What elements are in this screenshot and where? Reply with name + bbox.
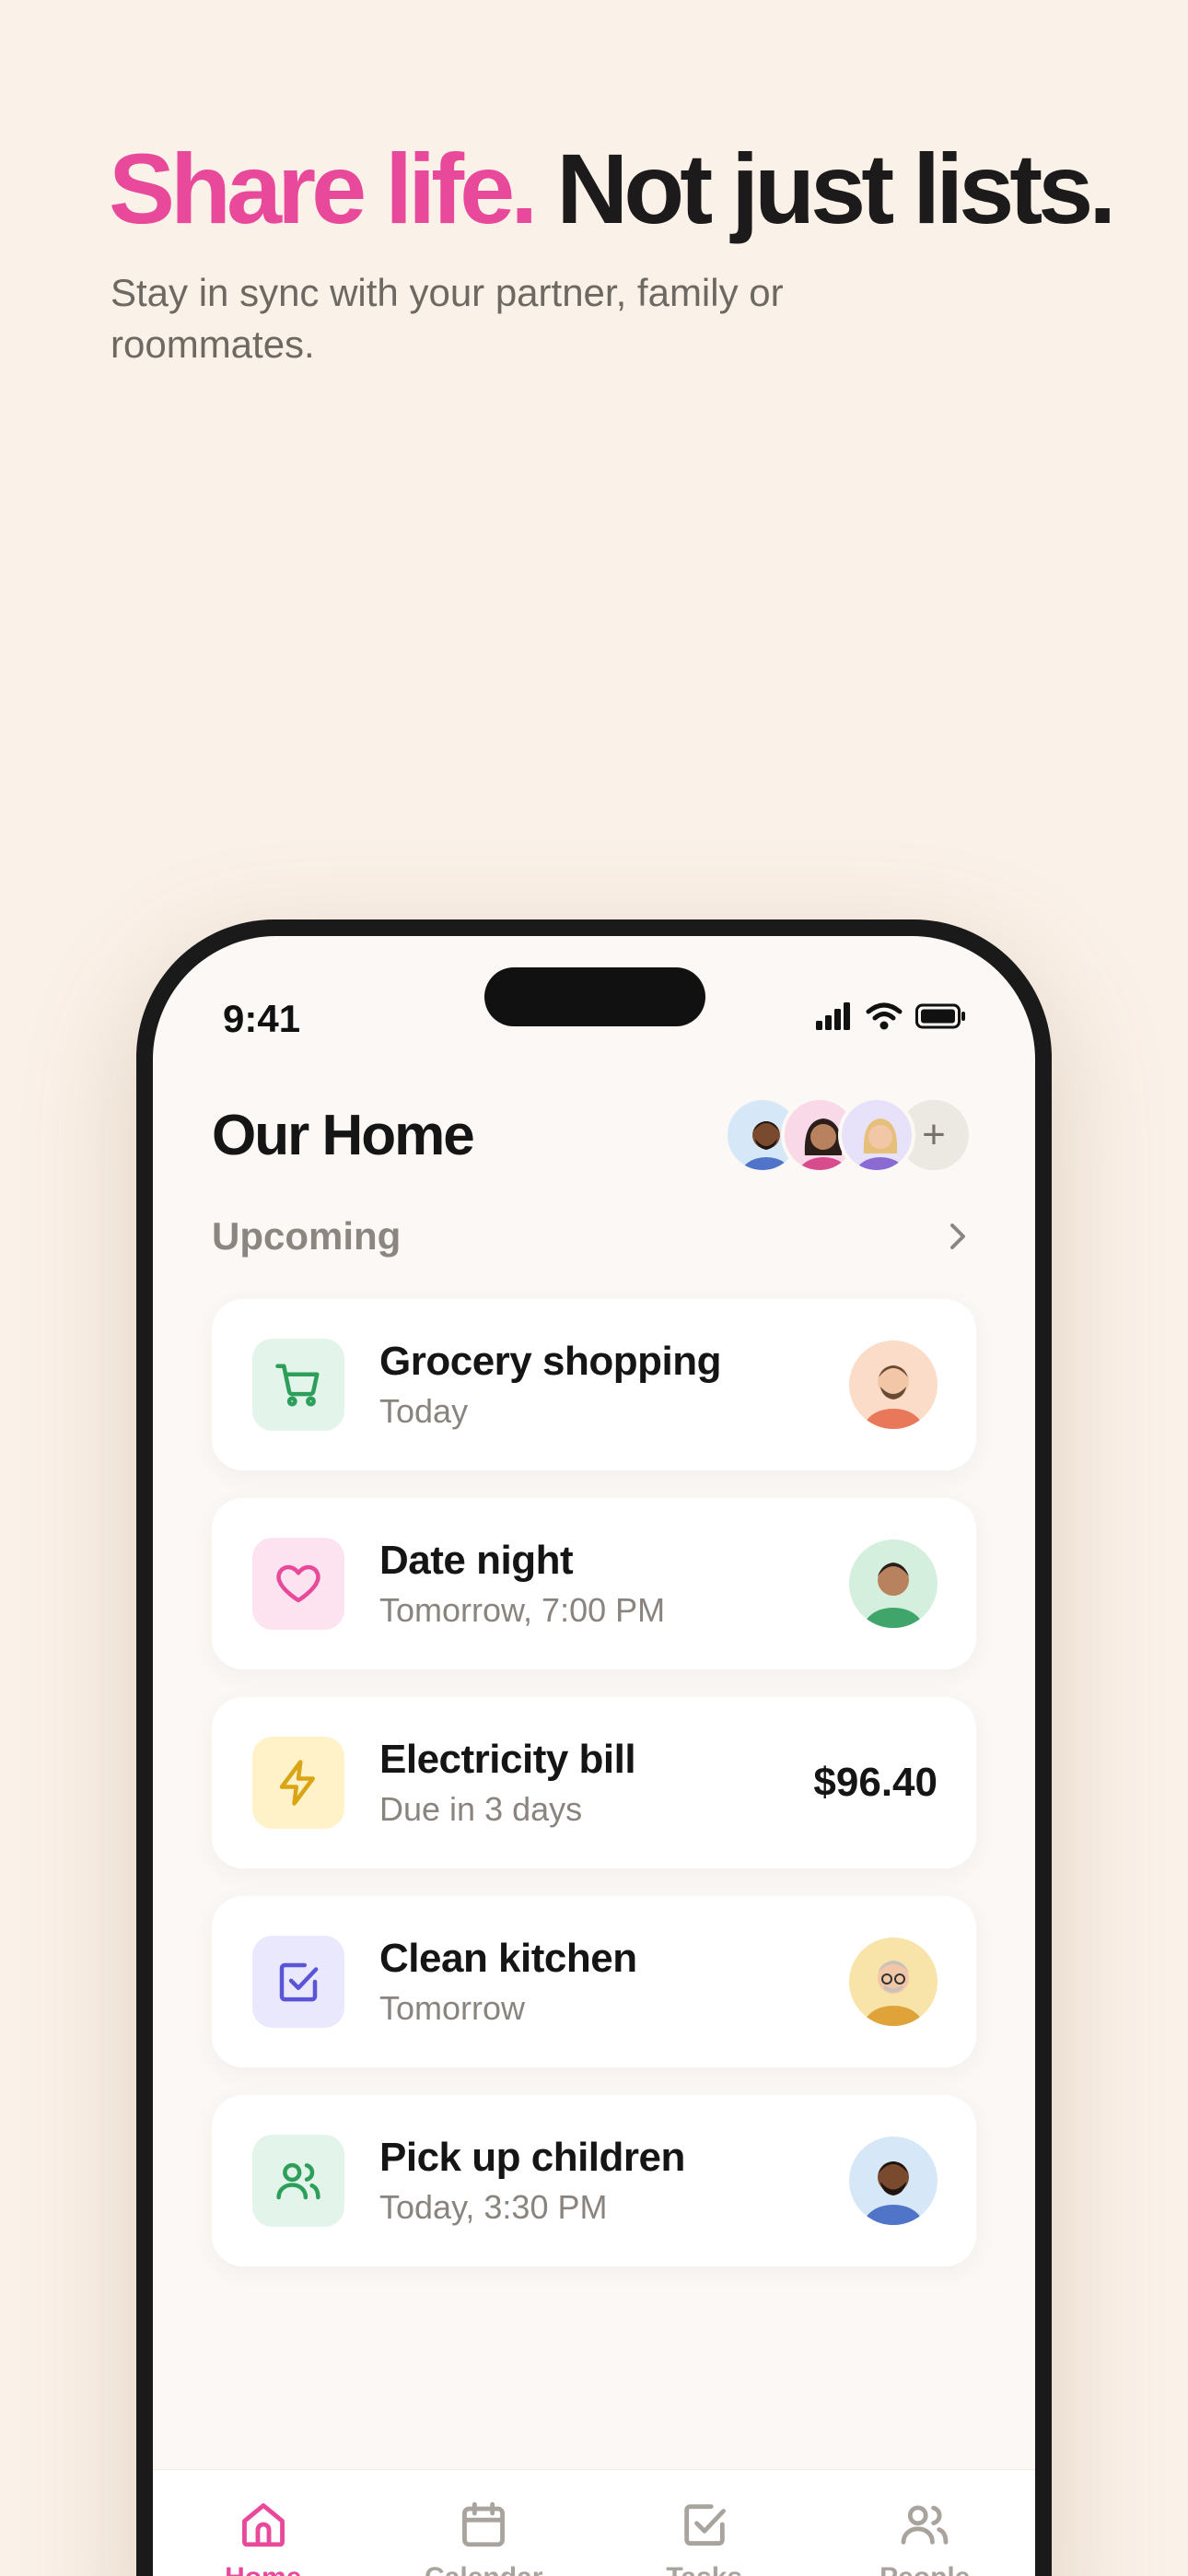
item-subtitle: Today, 3:30 PM [379,2188,608,2226]
item-subtitle: Tomorrow [379,1989,526,2027]
tab-people[interactable]: People [833,2498,1017,2576]
calendar-icon [462,2501,506,2547]
people-icon [901,2505,949,2545]
item-subtitle: Tomorrow, 7:00 PM [379,1591,666,1629]
home-icon [241,2503,285,2547]
list-item[interactable]: Pick up children Today, 3:30 PM [212,2095,976,2266]
item-title: Clean kitchen [379,1936,637,1981]
status-icons [816,1002,967,1030]
tasks-icon [684,2504,726,2546]
tab-label: Home [225,2562,301,2576]
tab-bar: Home Calendar Tasks [153,2469,1035,2576]
tab-label: People [879,2562,970,2576]
item-title: Date night [379,1538,574,1583]
tab-tasks[interactable]: Tasks [612,2498,797,2576]
headline-rest: Not just lists. [556,133,1116,244]
phone-screen: 9:41 Our Home + Upcoming Grocery shoppin… [153,936,1035,2576]
avatar [849,1341,938,1429]
people-icon [252,2135,344,2227]
home-header: Our Home + [212,1096,973,1174]
avatar [849,2137,938,2225]
upcoming-header[interactable]: Upcoming [212,1214,969,1259]
heart-icon [252,1538,344,1630]
item-subtitle: Today [379,1392,469,1430]
phone-frame: 9:41 Our Home + Upcoming Grocery shoppin… [136,919,1052,2576]
item-text: Grocery shopping Today [379,1339,849,1431]
avatar [849,1938,938,2026]
list-item[interactable]: Electricity bill Due in 3 days $96.40 [212,1697,976,1868]
headline-accent: Share life. [109,133,538,244]
upcoming-list: Grocery shopping Today Date night Tomorr… [212,1299,976,2266]
item-text: Date night Tomorrow, 7:00 PM [379,1538,849,1630]
page-title: Our Home [212,1103,475,1167]
tab-label: Calendar [425,2562,542,2576]
item-text: Clean kitchen Tomorrow [379,1936,849,2028]
member-avatars[interactable]: + [724,1096,973,1174]
list-item[interactable]: Date night Tomorrow, 7:00 PM [212,1498,976,1669]
item-title: Electricity bill [379,1737,636,1782]
item-text: Pick up children Today, 3:30 PM [379,2135,849,2227]
checkbox-icon [252,1936,344,2028]
chevron-right-icon[interactable] [947,1221,969,1252]
wifi-icon [866,1002,903,1030]
avatar[interactable] [838,1096,915,1174]
tab-calendar[interactable]: Calendar [391,2498,576,2576]
list-item[interactable]: Grocery shopping Today [212,1299,976,1470]
hero-headline: Share life. Not just lists. [109,136,1116,240]
section-label: Upcoming [212,1214,402,1258]
bill-amount: $96.40 [813,1760,938,1805]
cart-icon [252,1339,344,1431]
dynamic-island [484,967,705,1026]
bolt-icon [252,1737,344,1829]
list-item[interactable]: Clean kitchen Tomorrow [212,1896,976,2067]
item-title: Pick up children [379,2135,685,2180]
status-time: 9:41 [223,997,301,1040]
avatar [849,1540,938,1628]
hero-subtitle: Stay in sync with your partner, family o… [111,271,784,366]
tab-home[interactable]: Home [171,2498,355,2576]
item-title: Grocery shopping [379,1339,721,1384]
battery-icon [915,1003,965,1029]
item-text: Electricity bill Due in 3 days [379,1737,813,1829]
signal-icon [816,1002,850,1030]
item-subtitle: Due in 3 days [379,1790,583,1828]
tab-label: Tasks [666,2562,742,2576]
